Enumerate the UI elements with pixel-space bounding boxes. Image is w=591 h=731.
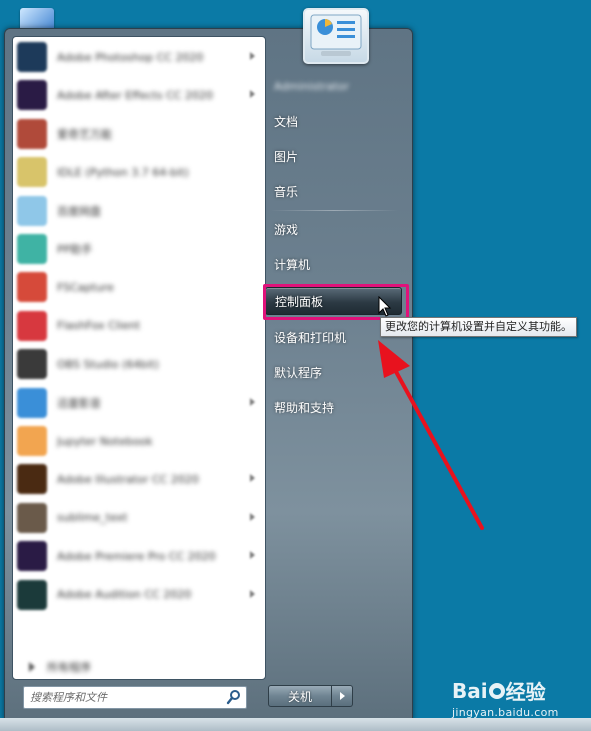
pictures-link[interactable]: 图片 [265,142,405,170]
program-label: FlashFox Client [57,319,141,333]
arrow-right-icon [29,662,35,672]
program-item[interactable]: Adobe After Effects CC 2020 [17,78,261,112]
program-label: Adobe Premiere Pro CC 2020 [57,549,216,563]
chevron-right-icon [339,692,345,700]
program-app-icon [17,387,47,418]
search-input[interactable] [30,689,210,705]
program-app-icon [17,426,47,456]
jumplist-arrow-icon[interactable] [250,52,255,60]
shutdown-group: 关机 [268,685,353,707]
program-list-pane: Adobe Photoshop CC 2020 Adobe After Effec… [12,36,266,680]
control-panel-icon [310,14,362,56]
program-item[interactable]: FSCapture [17,270,261,304]
games-link[interactable]: 游戏 [265,215,405,243]
program-app-icon [17,80,47,111]
program-app-icon [17,541,47,572]
user-picture[interactable] [303,8,369,64]
program-label: Adobe Audition CC 2020 [57,588,192,602]
program-item[interactable]: 迅雷影音 [17,386,261,420]
program-item[interactable]: sublime_text [17,501,261,535]
program-item[interactable]: Adobe Illustrator CC 2020 [17,462,261,496]
taskbar [0,718,591,731]
watermark-logo-left: Bai [452,678,488,703]
program-label: FSCapture [57,280,114,294]
program-item[interactable]: Adobe Audition CC 2020 [17,578,261,612]
program-label: IDLE (Python 3.7 64-bit) [57,165,189,179]
program-app-icon [17,579,47,610]
program-item[interactable]: IDLE (Python 3.7 64-bit) [17,155,261,189]
program-label: 爱奇艺万能 [57,127,112,141]
documents-link[interactable]: 文档 [265,107,405,135]
user-name[interactable]: Administrator [274,80,349,93]
program-label: 百度网盘 [57,204,101,218]
search-icon[interactable] [226,689,242,705]
program-app-icon [17,195,47,226]
jumplist-arrow-icon[interactable] [250,551,255,560]
control-panel-tooltip: 更改您的计算机设置并自定义其功能。 [380,317,577,337]
shutdown-button[interactable]: 关机 [268,685,332,707]
all-programs-button[interactable]: 所有程序 [23,657,263,677]
program-item[interactable]: Jupyter Notebook [17,424,261,458]
program-item[interactable]: Adobe Photoshop CC 2020 [17,40,261,74]
program-label: OBS Studio (64bit) [57,357,159,371]
mouse-cursor-icon [378,296,392,317]
jumplist-arrow-icon[interactable] [250,589,255,598]
help-support-link[interactable]: 帮助和支持 [265,393,405,421]
default-programs-link[interactable]: 默认程序 [265,358,405,386]
program-app-icon [17,157,47,188]
music-link[interactable]: 音乐 [265,177,405,205]
program-app-icon [17,42,47,72]
jumplist-arrow-icon[interactable] [250,474,255,483]
program-app-icon [17,502,47,533]
baidu-jingyan-watermark: Bai 经验 jingyan.baidu.com [452,676,559,720]
program-label: Jupyter Notebook [57,434,153,448]
jumplist-arrow-icon[interactable] [250,397,255,406]
program-app-icon [17,118,47,149]
program-label: 迅雷影音 [57,396,101,410]
search-area [9,678,265,718]
program-label: sublime_text [57,511,128,525]
program-item[interactable]: PP助手 [17,232,261,266]
watermark-logo-right: 经验 [505,680,546,704]
watermark-url: jingyan.baidu.com [452,706,559,719]
program-item[interactable]: 百度网盘 [17,194,261,228]
program-label: Adobe After Effects CC 2020 [57,88,213,102]
all-programs-label: 所有程序 [47,661,91,674]
program-app-icon [17,349,47,380]
program-item[interactable]: Adobe Premiere Pro CC 2020 [17,539,261,573]
program-app-icon [17,272,47,303]
program-label: PP助手 [57,243,93,256]
program-item[interactable]: OBS Studio (64bit) [17,347,261,381]
search-box[interactable] [23,686,247,709]
program-item[interactable]: 爱奇艺万能 [17,117,261,151]
paw-icon [488,682,505,699]
jumplist-arrow-icon[interactable] [250,90,255,99]
computer-link[interactable]: 计算机 [265,250,405,278]
program-item[interactable]: FlashFox Client [17,309,261,343]
program-label: Adobe Illustrator CC 2020 [57,472,199,486]
menu-separator [270,210,398,211]
program-app-icon [17,310,47,341]
shutdown-options-button[interactable] [332,685,353,707]
program-app-icon [17,234,47,264]
jumplist-arrow-icon[interactable] [250,512,255,521]
program-label: Adobe Photoshop CC 2020 [57,50,204,64]
program-app-icon [17,464,47,495]
